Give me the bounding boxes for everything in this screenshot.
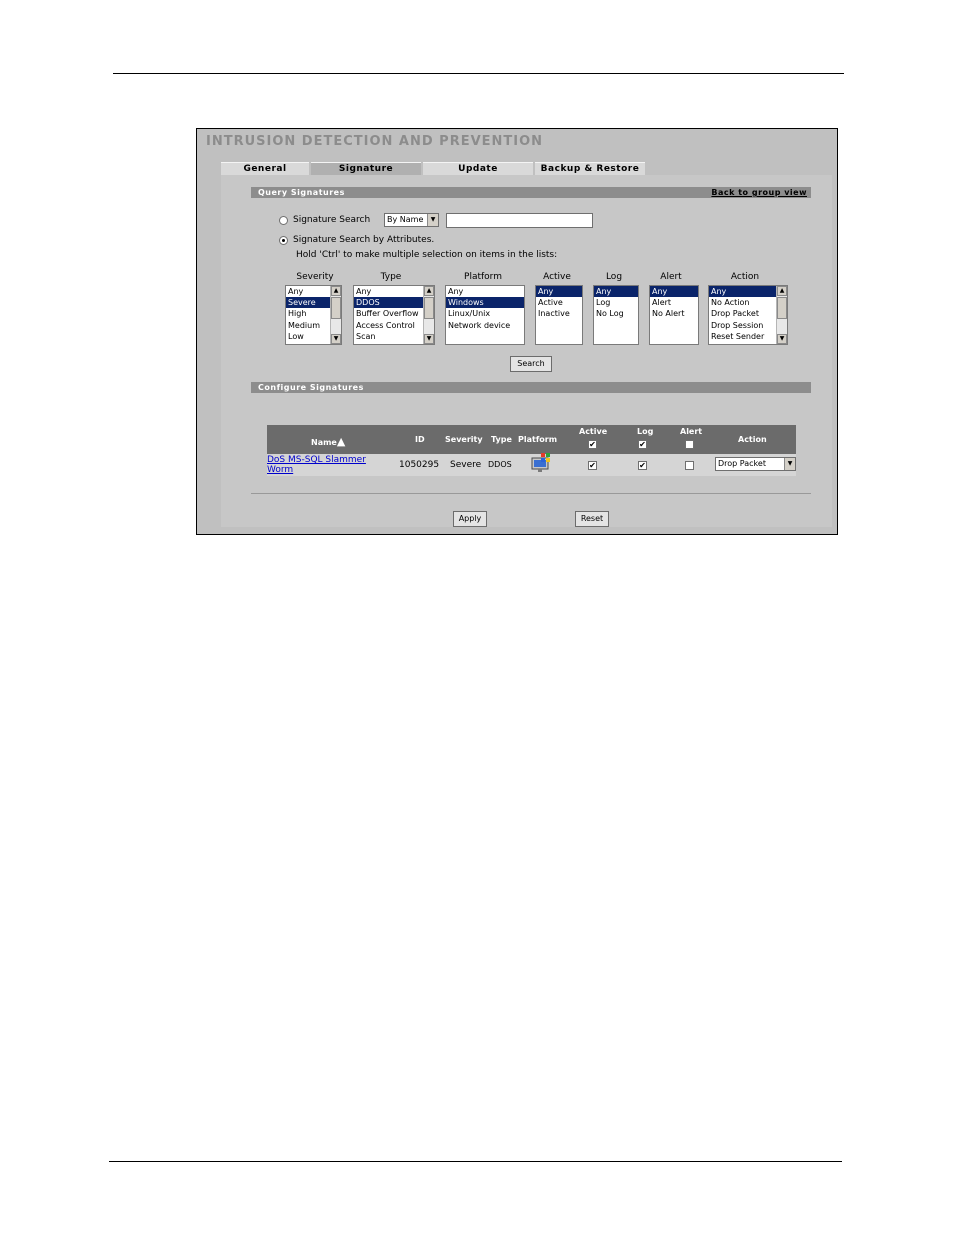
- apply-button[interactable]: Apply: [453, 511, 487, 527]
- query-signatures-bar: Query Signatures Back to group view: [251, 187, 811, 198]
- row-action-select[interactable]: Drop Packet ▼: [715, 457, 796, 471]
- severity-listbox[interactable]: Any Severe High Medium Low ▲ ▼: [285, 285, 342, 345]
- log-listbox[interactable]: Any Log No Log: [593, 285, 639, 345]
- tab-signature[interactable]: Signature: [311, 162, 421, 175]
- active-option[interactable]: Active: [536, 297, 582, 308]
- platform-option[interactable]: Windows: [446, 297, 524, 309]
- active-all-checkbox[interactable]: ✔: [588, 440, 597, 449]
- column-log-header: Log: [637, 427, 654, 436]
- scroll-up-icon[interactable]: ▲: [777, 286, 787, 296]
- divider: [251, 493, 811, 494]
- active-listbox[interactable]: Any Active Inactive: [535, 285, 583, 345]
- column-alert-header: Alert: [680, 427, 703, 436]
- action-listbox[interactable]: Any No Action Drop Packet Drop Session R…: [708, 285, 788, 345]
- column-id-header: ID: [415, 435, 425, 444]
- tab-update[interactable]: Update: [423, 162, 533, 175]
- windows-icon: [530, 452, 552, 477]
- column-type-header: Type: [491, 435, 512, 444]
- type-option[interactable]: Any: [354, 286, 434, 297]
- platform-option[interactable]: Any: [446, 286, 524, 297]
- platform-option[interactable]: Linux/Unix: [446, 308, 524, 319]
- table-row: DoS MS-SQL Slammer Worm 1050295 Severe D…: [267, 452, 796, 477]
- type-option[interactable]: DDOS: [354, 297, 434, 309]
- bottom-rule: [109, 1161, 842, 1162]
- row-active-checkbox[interactable]: ✔: [588, 461, 597, 470]
- row-log-checkbox[interactable]: ✔: [638, 461, 647, 470]
- signature-severity-cell: Severe: [450, 460, 482, 470]
- signature-id-cell: 1050295: [399, 460, 440, 470]
- signature-search-label: Signature Search: [293, 215, 371, 225]
- active-list-label: Active: [543, 272, 571, 282]
- row-action-value: Drop Packet: [718, 459, 766, 468]
- log-list-label: Log: [605, 272, 623, 282]
- configure-signatures-title: Configure Signatures: [258, 383, 364, 392]
- scroll-up-icon[interactable]: ▲: [424, 286, 434, 296]
- active-option[interactable]: Any: [536, 286, 582, 298]
- type-scrollbar[interactable]: ▲ ▼: [423, 286, 434, 344]
- search-by-attributes-radio[interactable]: [279, 236, 288, 245]
- search-button[interactable]: Search: [510, 356, 552, 372]
- type-option[interactable]: Buffer Overflow: [354, 308, 434, 319]
- search-by-value: By Name: [387, 215, 424, 224]
- multi-select-hint: Hold 'Ctrl' to make multiple selection o…: [296, 250, 558, 260]
- chevron-down-icon: ▼: [427, 214, 438, 226]
- scroll-up-icon[interactable]: ▲: [331, 286, 341, 296]
- tab-general[interactable]: General: [221, 162, 309, 175]
- signature-search-radio[interactable]: [279, 216, 288, 225]
- signature-panel: Query Signatures Back to group view Sign…: [221, 175, 832, 527]
- scroll-thumb[interactable]: [331, 297, 341, 319]
- log-option[interactable]: Log: [594, 297, 638, 308]
- alert-all-checkbox[interactable]: [685, 440, 694, 449]
- column-active-header: Active: [579, 427, 608, 436]
- severity-list-label: Severity: [296, 272, 334, 282]
- configure-signatures-bar: Configure Signatures: [251, 382, 811, 393]
- chevron-down-icon: ▼: [784, 458, 795, 470]
- scroll-thumb[interactable]: [424, 297, 434, 319]
- column-action-header: Action: [738, 435, 767, 444]
- row-alert-checkbox[interactable]: [685, 461, 694, 470]
- top-rule: [113, 73, 844, 74]
- signature-name-cell: DoS MS-SQL Slammer Worm: [267, 455, 385, 475]
- signature-search-input[interactable]: [446, 213, 593, 228]
- scroll-down-icon[interactable]: ▼: [424, 334, 434, 344]
- page-title: INTRUSION DETECTION AND PREVENTION: [206, 134, 544, 149]
- alert-option[interactable]: Any: [650, 286, 698, 298]
- search-by-select[interactable]: By Name ▼: [384, 213, 439, 227]
- tab-backup-restore[interactable]: Backup & Restore: [535, 162, 645, 175]
- column-platform-header: Platform: [518, 435, 558, 444]
- signatures-table-header: Name▲ ID Severity Type Platform Active ✔…: [267, 425, 796, 454]
- severity-scrollbar[interactable]: ▲ ▼: [330, 286, 341, 344]
- scroll-down-icon[interactable]: ▼: [331, 334, 341, 344]
- type-listbox[interactable]: Any DDOS Buffer Overflow Access Control …: [353, 285, 435, 345]
- signature-type-cell: DDOS: [488, 460, 512, 469]
- column-name-header[interactable]: Name▲: [311, 435, 345, 448]
- signature-name-link[interactable]: DoS MS-SQL Slammer Worm: [267, 455, 366, 475]
- log-option[interactable]: Any: [594, 286, 638, 298]
- alert-option[interactable]: No Alert: [650, 308, 698, 319]
- type-option[interactable]: Access Control: [354, 320, 434, 331]
- alert-option[interactable]: Alert: [650, 297, 698, 308]
- log-option[interactable]: No Log: [594, 308, 638, 319]
- back-to-group-view-link[interactable]: Back to group view: [711, 187, 807, 198]
- alert-list-label: Alert: [660, 272, 682, 282]
- log-all-checkbox[interactable]: ✔: [638, 440, 647, 449]
- platform-option[interactable]: Network device: [446, 320, 524, 331]
- type-list-label: Type: [380, 272, 402, 282]
- query-signatures-title: Query Signatures: [258, 188, 345, 197]
- search-by-attributes-label: Signature Search by Attributes.: [293, 235, 435, 245]
- reset-button[interactable]: Reset: [575, 511, 609, 527]
- alert-listbox[interactable]: Any Alert No Alert: [649, 285, 699, 345]
- type-option[interactable]: Scan: [354, 331, 434, 342]
- action-scrollbar[interactable]: ▲ ▼: [776, 286, 787, 344]
- sort-ascending-icon: ▲: [336, 435, 346, 448]
- platform-list-label: Platform: [464, 272, 502, 282]
- column-name-label: Name: [311, 438, 337, 447]
- column-severity-header: Severity: [445, 435, 483, 444]
- platform-listbox[interactable]: Any Windows Linux/Unix Network device: [445, 285, 525, 345]
- scroll-thumb[interactable]: [777, 297, 787, 319]
- action-list-label: Action: [730, 272, 760, 282]
- ids-window: INTRUSION DETECTION AND PREVENTION Gener…: [196, 128, 838, 535]
- active-option[interactable]: Inactive: [536, 308, 582, 319]
- scroll-down-icon[interactable]: ▼: [777, 334, 787, 344]
